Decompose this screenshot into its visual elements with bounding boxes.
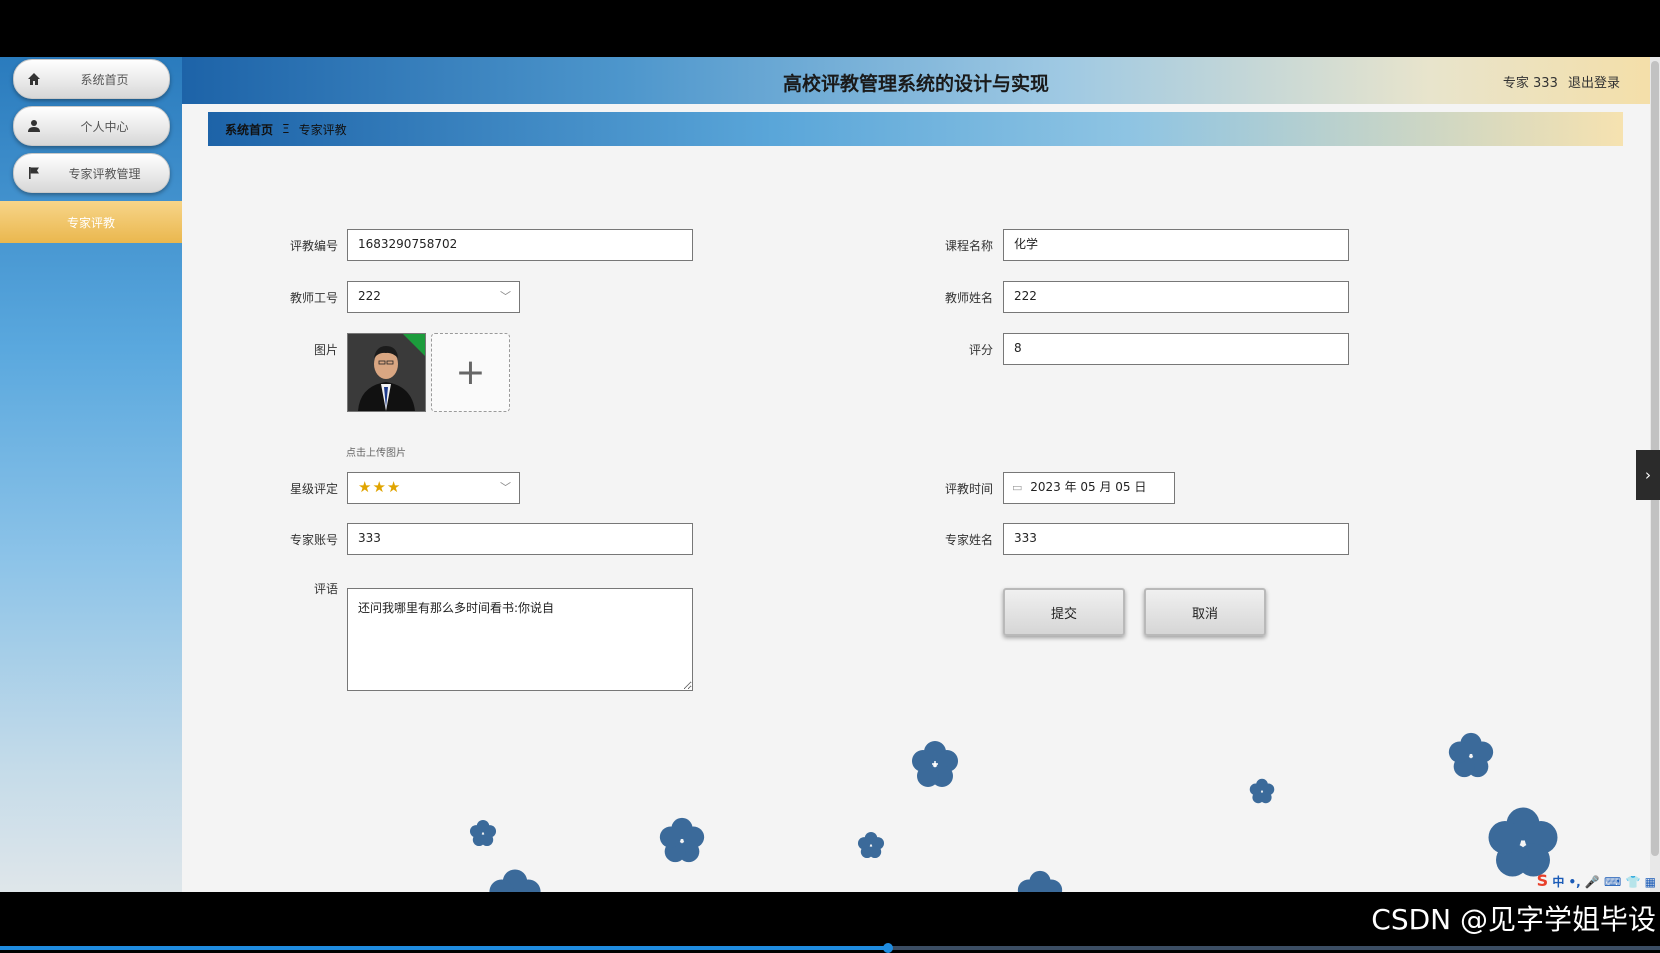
sogou-ime-icon: S xyxy=(1536,871,1549,890)
flower-decoration xyxy=(489,869,541,892)
flower-decoration xyxy=(912,741,958,787)
sidebar-item-home[interactable]: 系统首页 xyxy=(13,59,170,99)
teacher-id-label: 教师工号 xyxy=(289,291,338,305)
sidebar-item-expert-eval-mgmt[interactable]: 专家评教管理 xyxy=(13,153,170,193)
eval-time-label: 评教时间 xyxy=(944,482,993,496)
chevron-right-icon[interactable]: › xyxy=(1636,450,1660,500)
breadcrumb-separator: Ξ xyxy=(282,122,290,136)
sidebar-item-label: 专家评教管理 xyxy=(68,166,141,181)
expert-account-label: 专家账号 xyxy=(289,533,338,547)
user-area: 专家 333 退出登录 xyxy=(1497,72,1620,91)
flower-decoration xyxy=(857,831,885,859)
image-label: 图片 xyxy=(313,343,338,357)
uploaded-photo-thumbnail[interactable] xyxy=(347,333,426,412)
cancel-button[interactable]: 取消 xyxy=(1144,588,1266,636)
score-label: 评分 xyxy=(968,343,993,357)
upload-hint: 点击上传图片 xyxy=(346,448,406,459)
score-field[interactable]: 8 xyxy=(1003,333,1349,365)
user-icon xyxy=(14,119,54,133)
sidebar: 系统首页 个人中心 专家评教管理 专家评教 xyxy=(0,57,182,892)
flower-decoration xyxy=(1017,870,1063,892)
expert-name-label: 专家姓名 xyxy=(944,533,993,547)
sidebar-item-profile[interactable]: 个人中心 xyxy=(13,106,170,146)
star-rating-select[interactable]: ★★★ ﹀ xyxy=(347,472,520,504)
flower-decoration xyxy=(659,817,705,863)
video-progress-bar[interactable] xyxy=(0,943,1660,953)
current-user-label: 专家 333 xyxy=(1502,76,1558,91)
ime-status-text: 中 •, 🎤 ⌨ 👕 ▦ xyxy=(1552,875,1656,889)
eval-time-value: 2023 年 05 月 05 日 xyxy=(1030,480,1147,494)
sidebar-item-label: 系统首页 xyxy=(80,72,129,87)
course-name-field[interactable]: 化学 xyxy=(1003,229,1349,261)
home-icon xyxy=(14,72,54,86)
flower-decoration xyxy=(1249,778,1275,804)
app-window: 系统首页 个人中心 专家评教管理 专家评教 高校评教管理系统的设计与实现 专家 … xyxy=(0,57,1660,892)
flower-decoration xyxy=(469,819,497,847)
breadcrumb-home[interactable]: 系统首页 xyxy=(225,121,273,138)
ime-toolbar[interactable]: S 中 •, 🎤 ⌨ 👕 ▦ xyxy=(1537,871,1656,890)
star-rating-label: 星级评定 xyxy=(289,482,338,496)
star-rating-value: ★★★ xyxy=(358,478,402,496)
add-image-button[interactable]: + xyxy=(431,333,510,412)
teacher-name-label: 教师姓名 xyxy=(944,291,993,305)
comment-label: 评语 xyxy=(313,582,338,596)
comment-textarea[interactable] xyxy=(347,588,693,691)
chevron-down-icon: ﹀ xyxy=(500,481,511,494)
teacher-id-value: 222 xyxy=(358,289,381,303)
video-progress-handle[interactable] xyxy=(883,943,894,953)
course-name-label: 课程名称 xyxy=(944,239,993,253)
plus-icon: + xyxy=(455,352,486,393)
sidebar-subitem-expert-eval[interactable]: 专家评教 xyxy=(0,201,182,243)
expert-name-field[interactable]: 333 xyxy=(1003,523,1349,555)
flower-decoration xyxy=(1448,732,1494,778)
calendar-icon: ▭ xyxy=(1012,481,1023,494)
chevron-down-icon: ﹀ xyxy=(500,290,511,303)
watermark: CSDN @见字学姐毕设 xyxy=(1371,903,1656,936)
expert-account-field[interactable]: 333 xyxy=(347,523,693,555)
app-title: 高校评教管理系统的设计与实现 xyxy=(782,73,1049,95)
teacher-id-select[interactable]: 222 ﹀ xyxy=(347,281,520,313)
logout-link[interactable]: 退出登录 xyxy=(1568,76,1620,91)
eval-time-field[interactable]: ▭ 2023 年 05 月 05 日 xyxy=(1003,472,1175,504)
flag-icon xyxy=(14,166,54,180)
teacher-name-field[interactable]: 222 xyxy=(1003,281,1349,313)
submit-button[interactable]: 提交 xyxy=(1003,588,1125,636)
breadcrumb: 系统首页 Ξ 专家评教 xyxy=(208,112,1623,146)
top-header: 高校评教管理系统的设计与实现 专家 333 退出登录 xyxy=(182,57,1650,104)
breadcrumb-current: 专家评教 xyxy=(298,122,347,137)
video-progress-fill xyxy=(0,946,889,950)
eval-no-field[interactable]: 1683290758702 xyxy=(347,229,693,261)
sidebar-item-label: 个人中心 xyxy=(80,119,129,134)
eval-no-label: 评教编号 xyxy=(289,239,338,253)
portrait-photo xyxy=(348,334,425,411)
